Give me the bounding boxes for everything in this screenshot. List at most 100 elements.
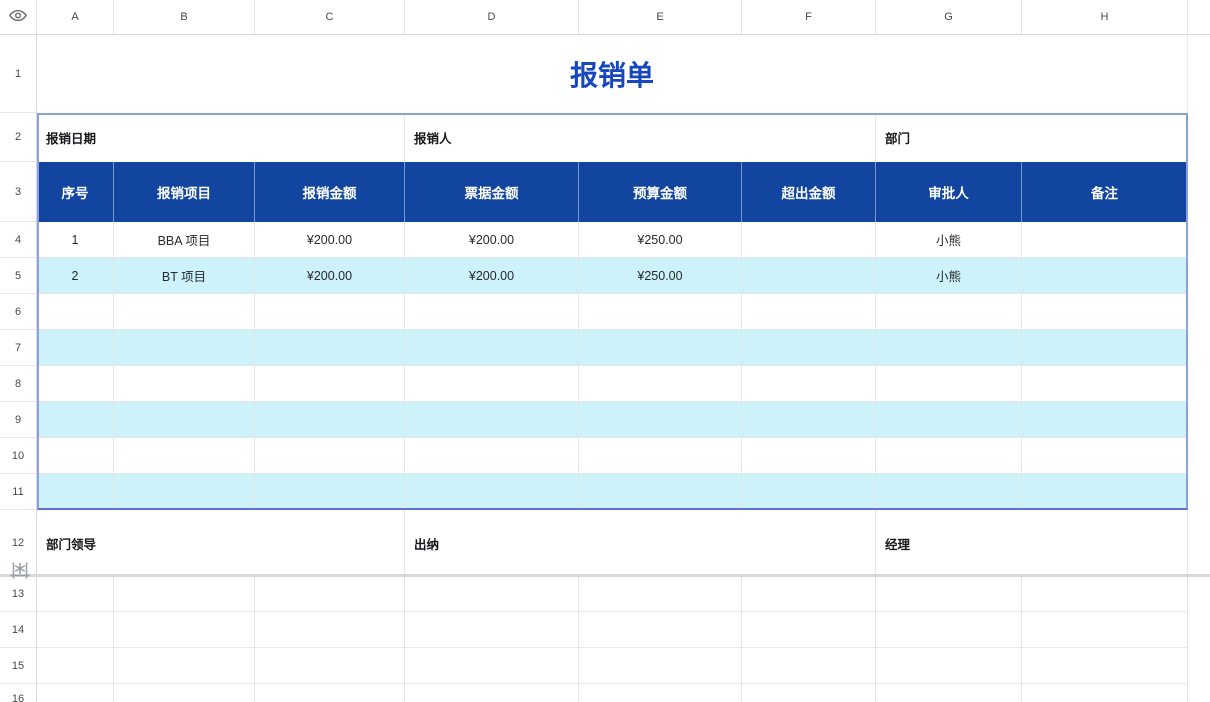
cell-b5[interactable]: BT 项目 (114, 258, 255, 293)
cell[interactable] (114, 438, 255, 473)
cell[interactable] (405, 330, 579, 365)
cell[interactable] (579, 684, 742, 702)
cell[interactable] (114, 294, 255, 329)
row-header-11[interactable]: 11 (0, 474, 36, 510)
cell[interactable] (1022, 577, 1188, 611)
cell[interactable] (742, 294, 876, 329)
cell-f5[interactable] (742, 258, 876, 293)
row-header-4[interactable]: 4 (0, 222, 36, 258)
cell[interactable] (405, 577, 579, 611)
row-header-1[interactable]: 1 (0, 35, 36, 113)
cell[interactable] (37, 366, 114, 401)
column-header-f[interactable]: F (742, 0, 876, 34)
row-header-5[interactable]: 5 (0, 258, 36, 294)
cell[interactable] (1022, 612, 1188, 647)
cell[interactable] (876, 577, 1022, 611)
row-header-6[interactable]: 6 (0, 294, 36, 330)
reimburse-date-cell[interactable]: 报销日期 (37, 113, 405, 162)
reimburser-cell[interactable]: 报销人 (405, 113, 876, 162)
cell[interactable] (114, 684, 255, 702)
cell-d5[interactable]: ¥200.00 (405, 258, 579, 293)
cell[interactable] (114, 577, 255, 611)
cell[interactable] (405, 612, 579, 647)
cell-c4[interactable]: ¥200.00 (255, 222, 405, 257)
freeze-handle-icon[interactable] (10, 561, 30, 583)
cell[interactable] (255, 294, 405, 329)
th-notes[interactable]: 备注 (1022, 162, 1188, 222)
cell[interactable] (579, 402, 742, 437)
cell[interactable] (1022, 648, 1188, 683)
cell[interactable] (255, 474, 405, 509)
cell[interactable] (742, 402, 876, 437)
cell[interactable] (579, 577, 742, 611)
cell[interactable] (255, 330, 405, 365)
cell[interactable] (876, 474, 1022, 509)
row-header-7[interactable]: 7 (0, 330, 36, 366)
row-header-9[interactable]: 9 (0, 402, 36, 438)
cell[interactable] (742, 648, 876, 683)
department-cell[interactable]: 部门 (876, 113, 1188, 162)
th-excess-amount[interactable]: 超出金额 (742, 162, 876, 222)
cell-g4[interactable]: 小熊 (876, 222, 1022, 257)
cell-d4[interactable]: ¥200.00 (405, 222, 579, 257)
cell[interactable] (579, 330, 742, 365)
cell-h5[interactable] (1022, 258, 1188, 293)
cell[interactable] (114, 474, 255, 509)
cell[interactable] (255, 684, 405, 702)
cell[interactable] (255, 366, 405, 401)
cell[interactable] (37, 684, 114, 702)
cell[interactable] (742, 438, 876, 473)
row-header-14[interactable]: 14 (0, 612, 36, 648)
manager-cell[interactable]: 经理 (876, 510, 1188, 577)
cell[interactable] (742, 366, 876, 401)
th-budget-amount[interactable]: 预算金额 (579, 162, 742, 222)
dept-leader-cell[interactable]: 部门领导 (37, 510, 405, 577)
cell[interactable] (405, 684, 579, 702)
cell-f4[interactable] (742, 222, 876, 257)
th-approver[interactable]: 审批人 (876, 162, 1022, 222)
cell[interactable] (114, 648, 255, 683)
cell[interactable] (255, 612, 405, 647)
row-header-15[interactable]: 15 (0, 648, 36, 684)
cell[interactable] (405, 294, 579, 329)
cell[interactable] (37, 648, 114, 683)
cell[interactable] (255, 577, 405, 611)
cell[interactable] (37, 474, 114, 509)
row-header-2[interactable]: 2 (0, 113, 36, 162)
cell[interactable] (1022, 438, 1188, 473)
cell-e4[interactable]: ¥250.00 (579, 222, 742, 257)
cell[interactable] (579, 366, 742, 401)
cell[interactable] (742, 684, 876, 702)
column-header-g[interactable]: G (876, 0, 1022, 34)
cell[interactable] (114, 330, 255, 365)
th-invoice-amount[interactable]: 票据金额 (405, 162, 579, 222)
cell[interactable] (37, 402, 114, 437)
cell[interactable] (1022, 366, 1188, 401)
cell[interactable] (405, 402, 579, 437)
cell-h4[interactable] (1022, 222, 1188, 257)
cell[interactable] (405, 648, 579, 683)
th-claim-amount[interactable]: 报销金额 (255, 162, 405, 222)
column-header-a[interactable]: A (37, 0, 114, 34)
cell[interactable] (579, 612, 742, 647)
column-header-c[interactable]: C (255, 0, 405, 34)
th-index[interactable]: 序号 (37, 162, 114, 222)
cell[interactable] (1022, 684, 1188, 702)
cell[interactable] (1022, 402, 1188, 437)
cell[interactable] (255, 438, 405, 473)
th-item[interactable]: 报销项目 (114, 162, 255, 222)
select-all-corner[interactable] (0, 0, 37, 34)
cell[interactable] (37, 330, 114, 365)
cell[interactable] (876, 612, 1022, 647)
cashier-cell[interactable]: 出纳 (405, 510, 876, 577)
cell[interactable] (579, 438, 742, 473)
cell[interactable] (579, 648, 742, 683)
cell[interactable] (876, 402, 1022, 437)
cell[interactable] (1022, 294, 1188, 329)
cell[interactable] (876, 648, 1022, 683)
cell[interactable] (876, 294, 1022, 329)
cell[interactable] (405, 438, 579, 473)
cell[interactable] (255, 402, 405, 437)
cell-a5[interactable]: 2 (37, 258, 114, 293)
cell[interactable] (1022, 474, 1188, 509)
